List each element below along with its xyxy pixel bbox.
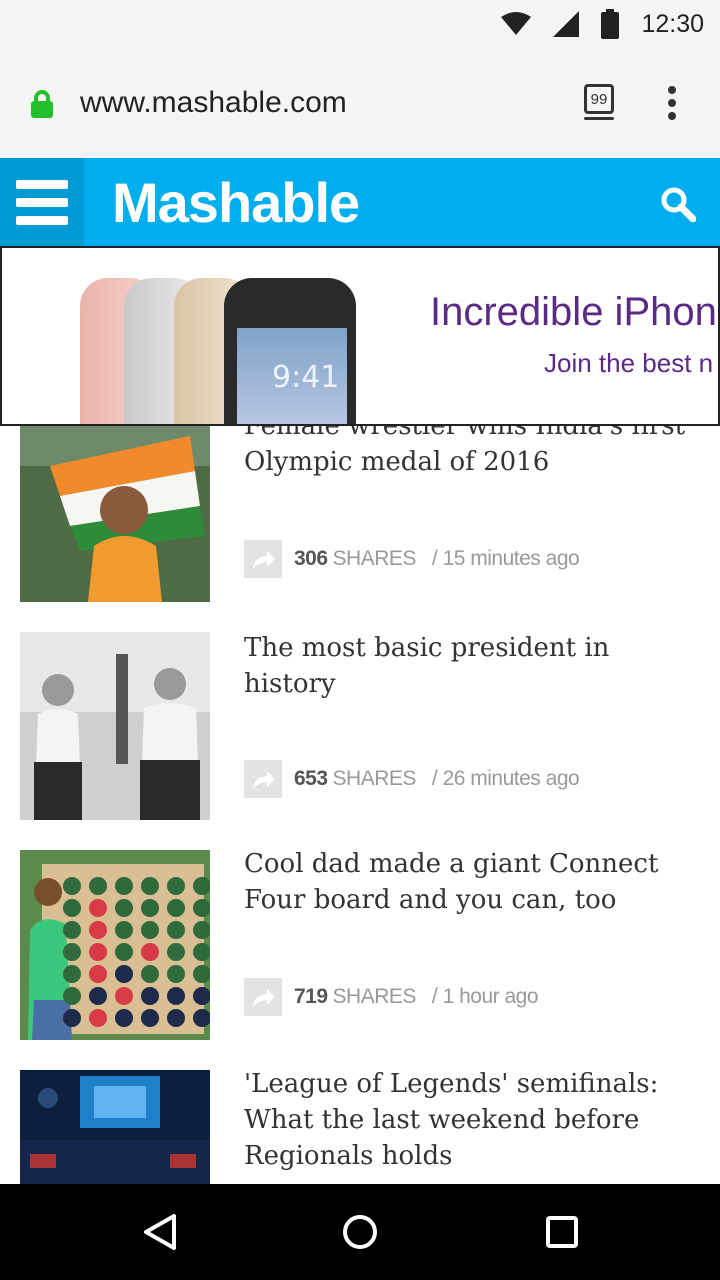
article-thumbnail[interactable] bbox=[20, 850, 210, 1040]
board-piece bbox=[141, 987, 159, 1005]
board-piece bbox=[167, 877, 185, 895]
home-icon[interactable] bbox=[340, 1212, 380, 1252]
browser-url-bar: www.mashable.com 99 bbox=[0, 48, 720, 158]
board-piece bbox=[63, 965, 81, 983]
article-headline-partial: Female wrestler wins India's first bbox=[244, 426, 686, 441]
board-piece bbox=[141, 921, 159, 939]
back-icon[interactable] bbox=[140, 1212, 180, 1252]
board-piece bbox=[63, 899, 81, 917]
board-piece bbox=[63, 921, 81, 939]
share-count: 306 bbox=[294, 547, 328, 570]
lock-icon bbox=[31, 90, 53, 118]
board-piece bbox=[89, 899, 107, 917]
article-headline[interactable]: Female wrestler wins India's first Olymp… bbox=[244, 426, 704, 480]
share-count: 719 bbox=[294, 985, 328, 1008]
board-piece bbox=[141, 877, 159, 895]
article-headline[interactable]: The most basic president in history bbox=[244, 630, 704, 702]
article-time: / 26 minutes ago bbox=[431, 767, 580, 790]
search-icon[interactable] bbox=[660, 186, 696, 222]
board-piece bbox=[89, 921, 107, 939]
board-piece bbox=[141, 943, 159, 961]
board-piece bbox=[89, 1009, 107, 1027]
board-piece bbox=[115, 899, 133, 917]
battery-icon bbox=[601, 9, 620, 39]
article-headline-text: Olympic medal of 2016 bbox=[244, 447, 550, 477]
board-piece bbox=[89, 877, 107, 895]
board-piece bbox=[115, 1009, 133, 1027]
menu-icon[interactable] bbox=[667, 86, 677, 122]
url-field[interactable]: www.mashable.com bbox=[80, 86, 347, 120]
board-piece bbox=[141, 899, 159, 917]
status-bar: 12:30 bbox=[0, 0, 720, 48]
recents-icon[interactable] bbox=[542, 1212, 582, 1252]
ad-subline: Join the best n bbox=[544, 348, 714, 378]
board-piece bbox=[167, 899, 185, 917]
article-thumbnail[interactable] bbox=[20, 632, 210, 820]
share-icon[interactable] bbox=[244, 540, 282, 578]
board-piece bbox=[167, 987, 185, 1005]
share-icon[interactable] bbox=[244, 978, 282, 1016]
board-piece bbox=[63, 877, 81, 895]
tabs-icon[interactable]: 99 bbox=[584, 84, 614, 120]
ad-headline: Incredible iPhon bbox=[430, 290, 717, 334]
share-icon[interactable] bbox=[244, 760, 282, 798]
status-time: 12:30 bbox=[641, 9, 704, 38]
article-time: / 15 minutes ago bbox=[431, 547, 580, 570]
board-piece bbox=[63, 943, 81, 961]
article-feed: Female wrestler wins India's first Olymp… bbox=[0, 426, 720, 1184]
article-meta: 306 SHARES / 15 minutes ago bbox=[244, 540, 580, 578]
board-piece bbox=[89, 987, 107, 1005]
article-thumbnail[interactable] bbox=[20, 1070, 210, 1184]
board-piece bbox=[89, 943, 107, 961]
board-piece bbox=[167, 943, 185, 961]
board-piece bbox=[141, 965, 159, 983]
system-nav-bar bbox=[0, 1184, 720, 1280]
article-thumbnail[interactable] bbox=[20, 426, 210, 602]
site-logo[interactable]: Mashable bbox=[112, 170, 360, 235]
board-piece bbox=[115, 943, 133, 961]
wifi-icon bbox=[501, 12, 532, 35]
hamburger-icon[interactable] bbox=[0, 158, 84, 246]
shares-label: SHARES bbox=[332, 767, 417, 790]
article-headline[interactable]: Cool dad made a giant Connect Four board… bbox=[244, 846, 704, 918]
board-piece bbox=[63, 1009, 81, 1027]
shares-label: SHARES bbox=[332, 985, 417, 1008]
article-headline[interactable]: 'League of Legends' semifinals: What the… bbox=[244, 1066, 704, 1174]
ad-banner[interactable]: 9:41 Incredible iPhon Join the best n bbox=[0, 246, 720, 426]
board-piece bbox=[89, 965, 107, 983]
article-time: / 1 hour ago bbox=[431, 985, 539, 1008]
board-piece bbox=[115, 921, 133, 939]
board-piece bbox=[115, 965, 133, 983]
board-piece bbox=[141, 1009, 159, 1027]
board-piece bbox=[115, 877, 133, 895]
article-meta: 719 SHARES / 1 hour ago bbox=[244, 978, 539, 1016]
article-meta: 653 SHARES / 26 minutes ago bbox=[244, 760, 580, 798]
board-piece bbox=[167, 965, 185, 983]
site-header: Mashable bbox=[0, 158, 720, 246]
ad-phone-time: 9:41 bbox=[272, 360, 340, 395]
shares-label: SHARES bbox=[332, 547, 417, 570]
board-piece bbox=[167, 921, 185, 939]
board-piece bbox=[167, 1009, 185, 1027]
board-piece bbox=[63, 987, 81, 1005]
share-count: 653 bbox=[294, 767, 328, 790]
cell-signal-icon bbox=[553, 11, 580, 37]
board-piece bbox=[115, 987, 133, 1005]
